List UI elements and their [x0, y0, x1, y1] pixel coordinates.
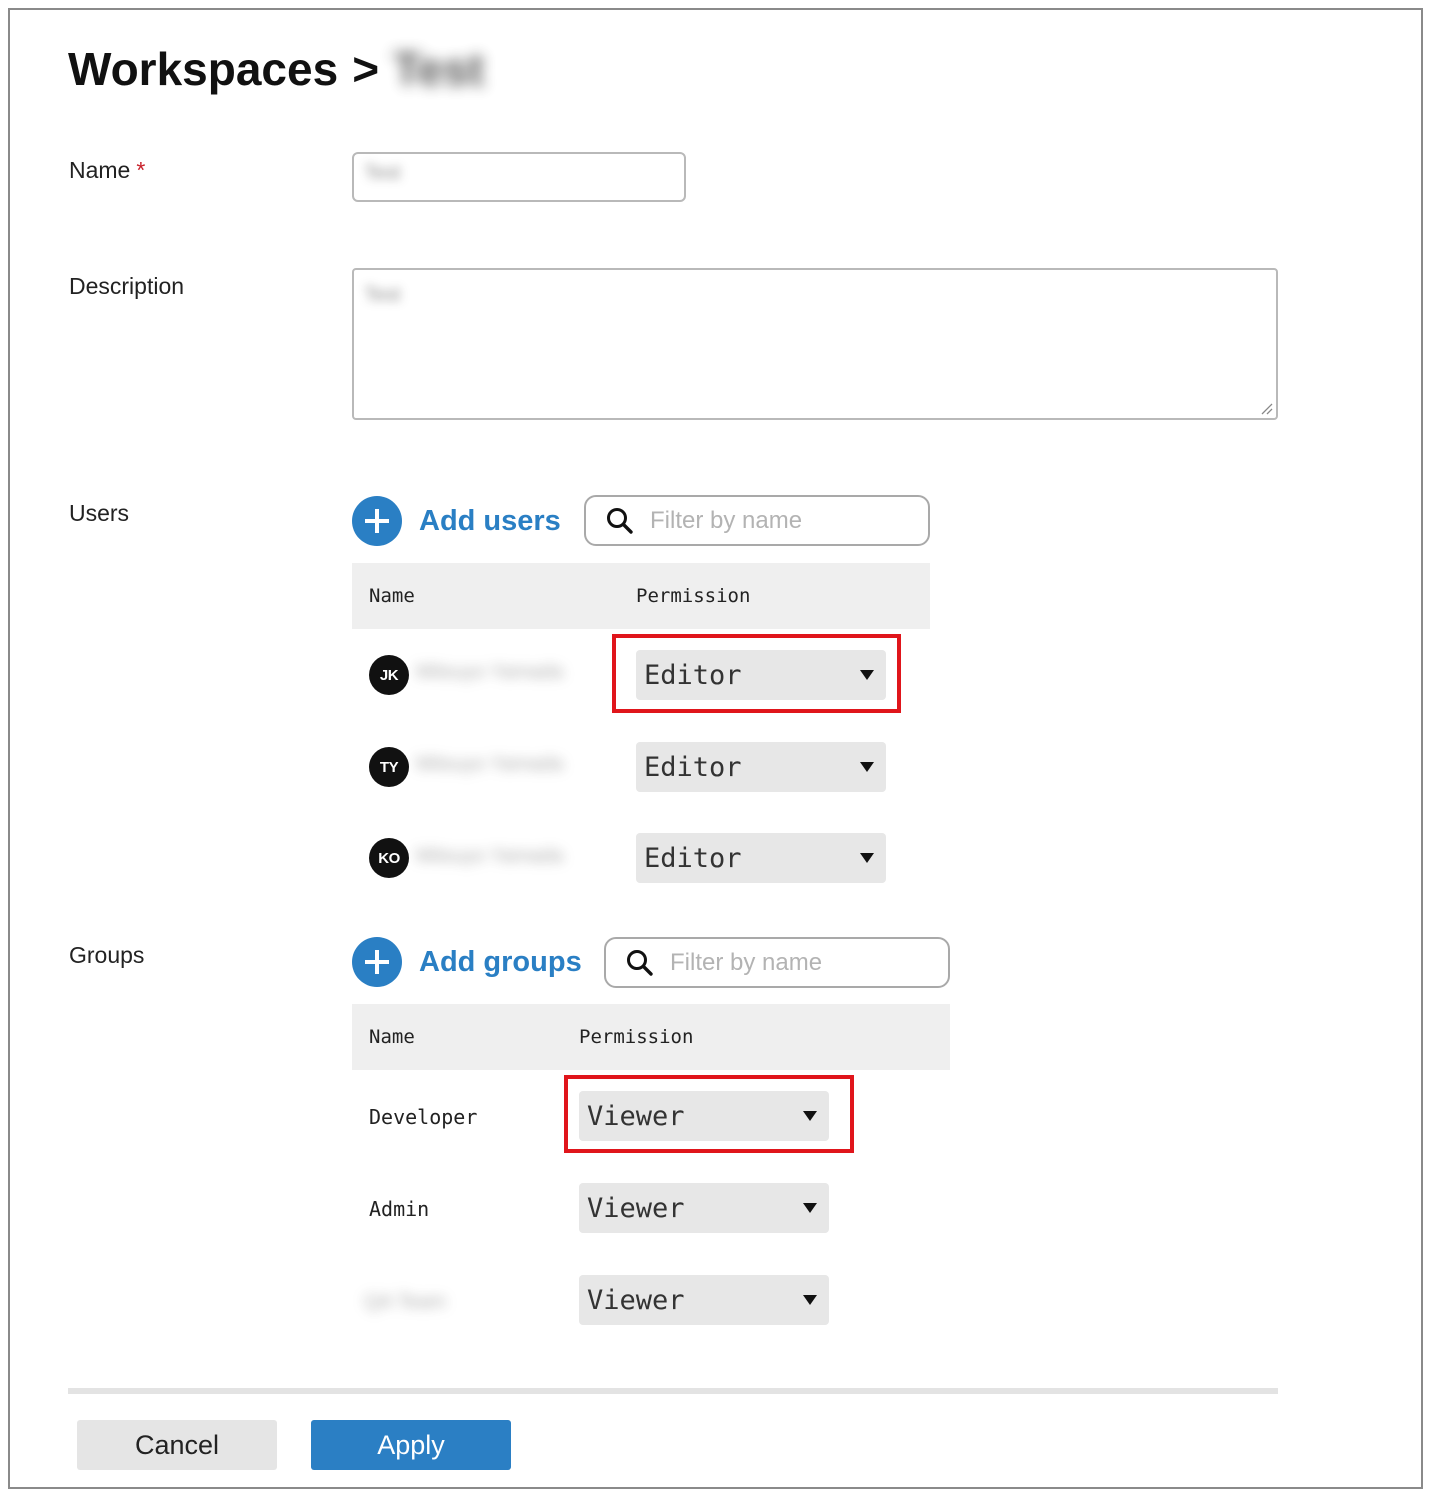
- users-col-name: Name: [369, 585, 415, 607]
- group-permission-value: Viewer: [587, 1284, 685, 1316]
- group-name: QA Team: [364, 1291, 446, 1313]
- user-permission-select[interactable]: Editor: [636, 742, 886, 792]
- user-name: Mitsuyo Yamada: [416, 753, 564, 775]
- name-label-text: Name: [69, 157, 131, 183]
- apply-button[interactable]: Apply: [311, 1420, 511, 1470]
- avatar: JK: [369, 655, 409, 695]
- groups-label: Groups: [69, 942, 145, 968]
- group-name: Developer: [369, 1105, 478, 1129]
- groups-col-name: Name: [369, 1026, 415, 1048]
- name-field[interactable]: Test: [352, 152, 686, 202]
- users-filter-input[interactable]: [584, 495, 930, 546]
- users-table-header: Name Permission: [352, 563, 930, 629]
- breadcrumb-root[interactable]: Workspaces: [68, 42, 338, 96]
- add-users-button[interactable]: Add users: [352, 496, 561, 546]
- add-groups-label: Add groups: [419, 945, 582, 978]
- user-permission-value: Editor: [644, 842, 742, 874]
- user-name: Mitsuyo Yamada: [416, 661, 564, 683]
- description-label: Description: [69, 273, 185, 299]
- avatar: TY: [369, 747, 409, 787]
- group-permission-select[interactable]: Viewer: [579, 1183, 829, 1233]
- user-permission-select[interactable]: Editor: [636, 833, 886, 883]
- breadcrumb-separator: >: [352, 43, 380, 95]
- name-label: Name *: [69, 157, 145, 184]
- groups-filter-text[interactable]: [670, 948, 910, 977]
- caret-down-icon: [860, 762, 874, 772]
- page-title: Workspaces > Test: [68, 42, 484, 96]
- user-permission-value: Editor: [644, 751, 742, 783]
- breadcrumb-current: Test: [393, 43, 485, 95]
- required-marker: *: [136, 157, 146, 183]
- search-icon: [607, 507, 633, 534]
- add-users-label: Add users: [419, 504, 561, 537]
- name-field-value: Test: [364, 162, 401, 184]
- add-groups-button[interactable]: Add groups: [352, 937, 582, 987]
- description-field[interactable]: Test: [352, 268, 1278, 420]
- users-filter-text[interactable]: [650, 506, 890, 535]
- groups-col-permission: Permission: [579, 1026, 694, 1048]
- group-permission-select[interactable]: Viewer: [579, 1275, 829, 1325]
- groups-table-header: Name Permission: [352, 1004, 950, 1070]
- caret-down-icon: [860, 853, 874, 863]
- highlight-box: [564, 1075, 854, 1153]
- caret-down-icon: [803, 1203, 817, 1213]
- avatar: KO: [369, 838, 409, 878]
- search-icon: [627, 949, 653, 976]
- resize-grip-icon[interactable]: [1259, 401, 1273, 415]
- description-field-value: Test: [364, 284, 401, 306]
- user-name: Mitsuyo Yamada: [416, 845, 564, 867]
- highlight-box: [612, 634, 901, 713]
- plus-icon: [352, 937, 402, 987]
- footer-divider: [68, 1388, 1278, 1394]
- users-label: Users: [69, 500, 130, 526]
- plus-icon: [352, 496, 402, 546]
- users-col-permission: Permission: [636, 585, 751, 607]
- caret-down-icon: [803, 1295, 817, 1305]
- group-permission-value: Viewer: [587, 1192, 685, 1224]
- groups-filter-input[interactable]: [604, 937, 950, 988]
- cancel-button[interactable]: Cancel: [77, 1420, 277, 1470]
- group-name: Admin: [369, 1197, 430, 1221]
